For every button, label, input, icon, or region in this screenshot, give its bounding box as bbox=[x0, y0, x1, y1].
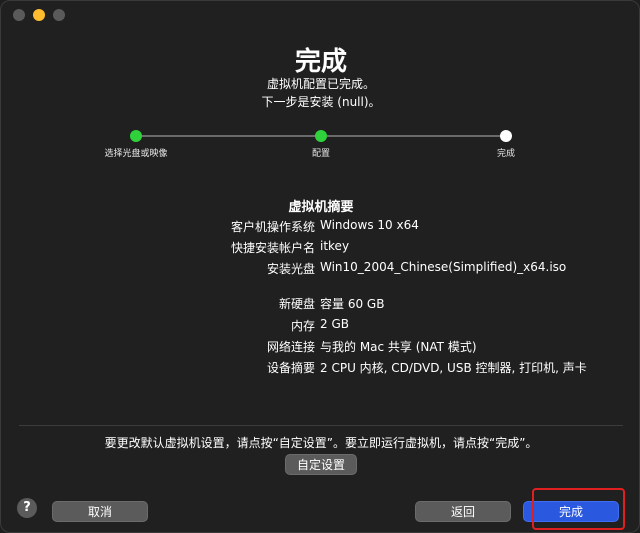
summary-key: 网络连接 bbox=[266, 340, 315, 354]
finish-button[interactable]: 完成 bbox=[523, 501, 619, 522]
minimize-window-icon[interactable] bbox=[33, 9, 45, 21]
window-controls bbox=[13, 9, 65, 21]
zoom-window-icon[interactable] bbox=[53, 9, 65, 21]
step-connector-1 bbox=[142, 135, 315, 137]
summary-value: Win10_2004_Chinese(Simplified)_x64.iso bbox=[320, 260, 567, 274]
summary-key: 快捷安装帐户名 bbox=[230, 241, 315, 255]
customize-settings-button[interactable]: 自定设置 bbox=[285, 454, 357, 475]
summary-value: 2 GB bbox=[320, 317, 349, 331]
summary-value: itkey bbox=[320, 239, 350, 253]
summary-key: 新硬盘 bbox=[278, 297, 315, 311]
step-connector-2 bbox=[327, 135, 500, 137]
summary-key: 安装光盘 bbox=[266, 262, 315, 276]
step-dot-finish bbox=[500, 130, 512, 142]
summary-value: 2 CPU 内核, CD/DVD, USB 控制器, 打印机, 声卡 bbox=[320, 361, 587, 375]
summary-key: 内存 bbox=[290, 319, 315, 333]
footer-hint: 要更改默认虚拟机设置，请点按“自定设置”。要立即运行虚拟机，请点按“完成”。 bbox=[104, 436, 538, 450]
step-dot-configure bbox=[315, 130, 327, 142]
subtitle-next-step: 下一步是安装 (null)。 bbox=[261, 95, 381, 109]
summary-key: 设备摘要 bbox=[266, 361, 315, 375]
subtitle-status: 虚拟机配置已完成。 bbox=[266, 77, 375, 91]
step-label-configure: 配置 bbox=[311, 149, 331, 159]
step-label-choose-disc: 选择光盘或映像 bbox=[104, 149, 168, 159]
summary-value: 容量 60 GB bbox=[320, 297, 385, 311]
summary-row-new-disk: 新硬盘 容量 60 GB bbox=[1, 295, 639, 313]
summary-row-devices: 设备摘要 2 CPU 内核, CD/DVD, USB 控制器, 打印机, 声卡 bbox=[1, 359, 639, 377]
summary-key: 客户机操作系统 bbox=[230, 220, 315, 234]
cancel-button[interactable]: 取消 bbox=[52, 501, 148, 522]
summary-row-install-disc: 安装光盘 Win10_2004_Chinese(Simplified)_x64.… bbox=[1, 260, 639, 278]
page-title: 完成 bbox=[294, 47, 347, 77]
summary-row-guest-os: 客户机操作系统 Windows 10 x64 bbox=[1, 218, 639, 236]
summary-value: 与我的 Mac 共享 (NAT 模式) bbox=[320, 340, 477, 354]
step-dot-choose-disc bbox=[130, 130, 142, 142]
summary-value: Windows 10 x64 bbox=[320, 218, 419, 232]
back-button[interactable]: 返回 bbox=[415, 501, 511, 522]
summary-title: 虚拟机摘要 bbox=[288, 200, 354, 215]
footer-divider bbox=[19, 425, 623, 426]
summary-row-account: 快捷安装帐户名 itkey bbox=[1, 239, 639, 257]
summary-row-network: 网络连接 与我的 Mac 共享 (NAT 模式) bbox=[1, 338, 639, 356]
summary-row-memory: 内存 2 GB bbox=[1, 317, 639, 335]
step-label-finish: 完成 bbox=[496, 149, 516, 159]
help-icon[interactable]: ? bbox=[17, 498, 37, 518]
setup-assistant-window: 完成 虚拟机配置已完成。 下一步是安装 (null)。 选择光盘或映像 配置 完… bbox=[0, 0, 640, 533]
close-window-icon[interactable] bbox=[13, 9, 25, 21]
